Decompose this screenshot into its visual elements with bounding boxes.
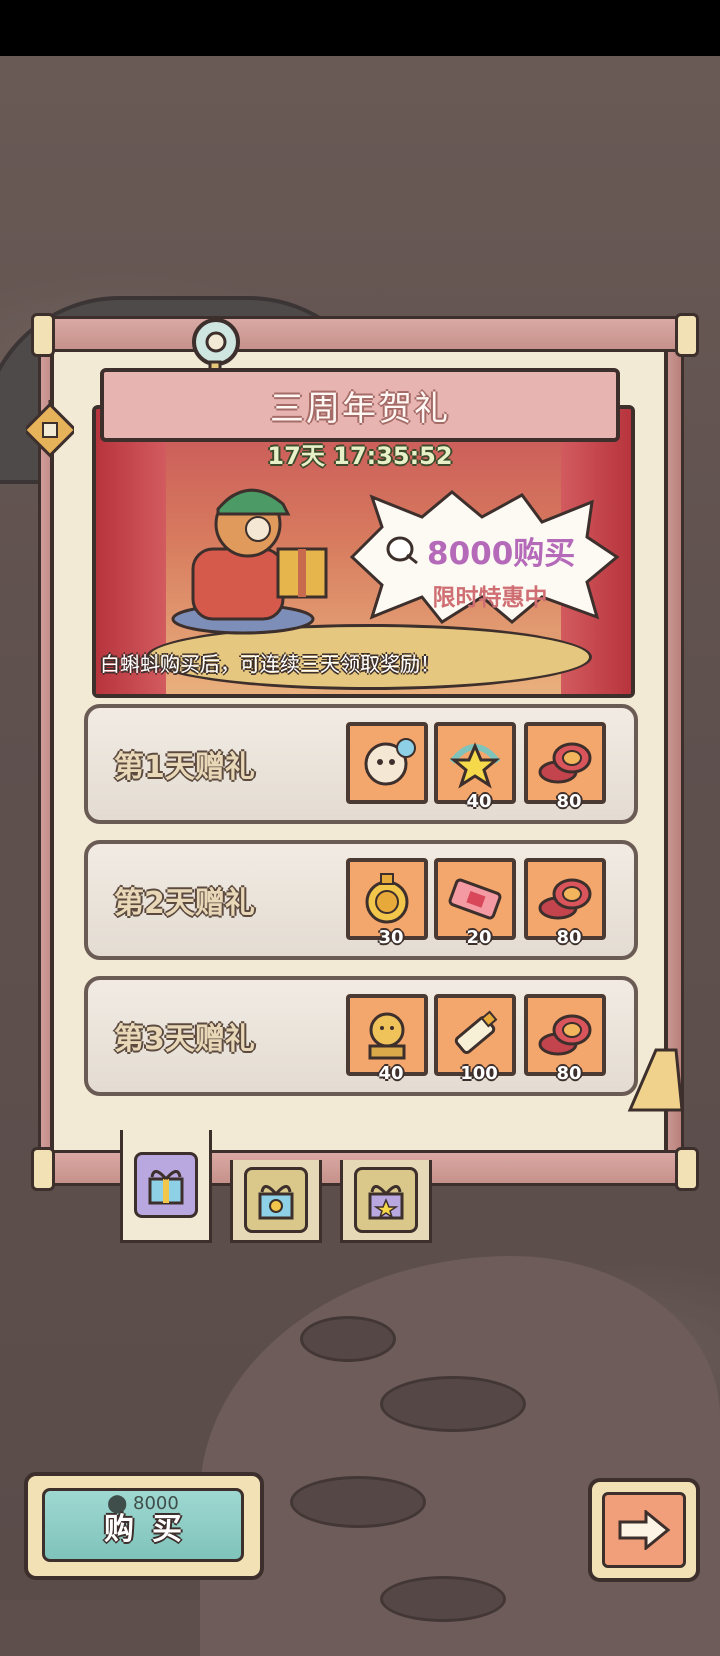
item-count: 40 xyxy=(378,1063,404,1084)
scroll-rod-top xyxy=(31,313,699,357)
reward-item[interactable]: 30 xyxy=(346,858,428,948)
next-arrow-button[interactable] xyxy=(588,1478,700,1582)
row-label: 第3天赠礼 xyxy=(114,1022,255,1057)
reward-item[interactable]: 80 xyxy=(524,722,606,812)
buy-cost: ⬤ 8000 xyxy=(45,1493,241,1514)
rod-cap xyxy=(675,1147,699,1191)
background-stone xyxy=(380,1376,526,1432)
statue-icon xyxy=(368,1012,406,1060)
rod-cap xyxy=(675,313,699,357)
arrow-right-icon xyxy=(618,1510,671,1550)
background-stone xyxy=(290,1476,426,1528)
costume-icon xyxy=(364,738,416,786)
medal-icon xyxy=(365,873,409,924)
coins-icon xyxy=(538,878,592,920)
ticket-icon xyxy=(448,878,502,920)
title-plate: 三周年贺礼 xyxy=(100,368,620,442)
reward-item[interactable] xyxy=(346,722,428,804)
monkey-character-icon xyxy=(171,488,328,635)
star-icon xyxy=(449,742,501,789)
item-count: 30 xyxy=(378,927,404,948)
reward-item[interactable]: 40 xyxy=(346,994,428,1084)
gift-box-icon xyxy=(244,1167,308,1233)
gift-tab-3[interactable] xyxy=(340,1160,432,1243)
item-count: 80 xyxy=(556,791,582,812)
limited-offer-text: 限时特惠中 xyxy=(432,585,548,611)
coin-charm-icon xyxy=(26,400,74,458)
gift-box-icon xyxy=(134,1152,198,1218)
burst-price: 8000购买 xyxy=(385,530,615,572)
next-button-face xyxy=(602,1492,686,1568)
background-stone xyxy=(300,1316,396,1362)
buy-button-face: ⬤ 8000 购买 xyxy=(42,1488,244,1562)
rod-cap xyxy=(31,313,55,357)
buy-cost-value: 8000 xyxy=(133,1493,179,1514)
reward-item[interactable]: 40 xyxy=(434,722,516,812)
item-count: 20 xyxy=(466,927,492,948)
status-bar xyxy=(0,0,720,56)
banner-caption: 白蝌蚪购买后，可连续三天领取奖励！ xyxy=(100,652,440,676)
buy-label: 购买 xyxy=(104,1512,200,1547)
rod-cap xyxy=(31,1147,55,1191)
tadpole-icon xyxy=(386,536,418,565)
page-title: 三周年贺礼 xyxy=(270,388,450,429)
tube-icon xyxy=(454,1010,498,1054)
background-stone xyxy=(380,1576,506,1622)
countdown-timer: 17天 17:35:52 xyxy=(267,442,453,470)
item-count: 100 xyxy=(460,1063,498,1084)
coins-icon xyxy=(538,742,592,784)
buy-button[interactable]: ⬤ 8000 购买 xyxy=(24,1472,264,1580)
reward-item[interactable]: 80 xyxy=(524,994,606,1084)
gift-tab-1[interactable] xyxy=(120,1130,212,1243)
row-label: 第1天赠礼 xyxy=(114,750,255,785)
reward-row-day3: 第3天赠礼 40 100 80 xyxy=(84,976,638,1096)
price-text: 8000购买 xyxy=(427,535,576,572)
coins-icon xyxy=(538,1014,592,1056)
tadpole-icon: ⬤ xyxy=(107,1493,128,1514)
reward-item[interactable]: 100 xyxy=(434,994,516,1084)
item-count: 80 xyxy=(556,927,582,948)
gift-box-icon xyxy=(354,1167,418,1233)
reward-row-day1: 第1天赠礼 40 80 xyxy=(84,704,638,824)
item-count: 80 xyxy=(556,1063,582,1084)
reward-row-day2: 第2天赠礼 30 20 80 xyxy=(84,840,638,960)
item-count: 40 xyxy=(466,791,492,812)
reward-item[interactable]: 20 xyxy=(434,858,516,948)
row-label: 第2天赠礼 xyxy=(114,886,255,921)
gift-tab-2[interactable] xyxy=(230,1160,322,1243)
reward-item[interactable]: 80 xyxy=(524,858,606,948)
